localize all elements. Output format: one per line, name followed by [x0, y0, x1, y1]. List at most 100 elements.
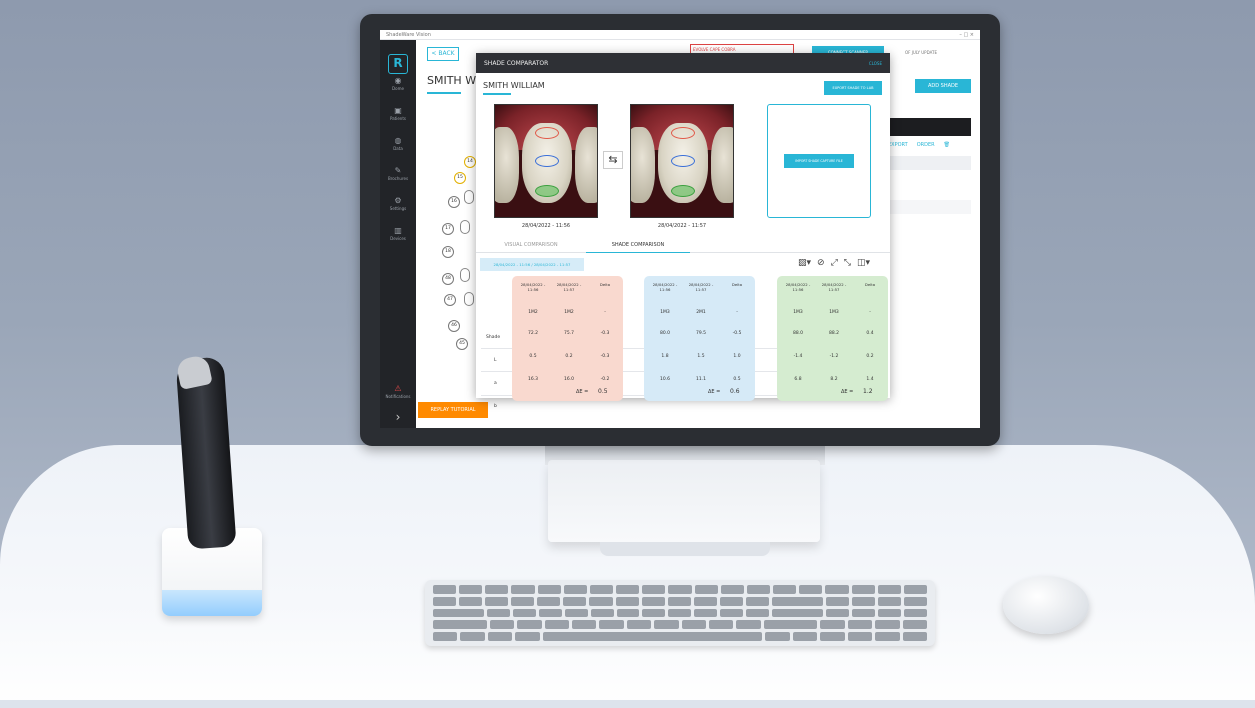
row-label-shade: Shade	[486, 335, 501, 340]
column-header: 28/04/2022 - 11:57	[556, 282, 582, 292]
monitor-stand-base	[548, 460, 820, 542]
shade-value-cell: 16.0	[563, 377, 575, 382]
shade-value-cell: 1M2	[564, 310, 574, 315]
nav-item-brochures[interactable]: ✎ Brochures	[380, 166, 416, 181]
shade-value-cell: 88.0	[792, 331, 804, 336]
heading-underline	[427, 92, 461, 94]
export-shade-button[interactable]: EXPORT SHADE TO LAB	[824, 81, 882, 95]
add-shade-button[interactable]: ADD SHADE	[915, 79, 971, 93]
shade-value-cell: 1.8	[661, 354, 669, 359]
shade-value-cell: 0.5	[733, 377, 741, 382]
shade-comparator-modal: SHADE COMPARATOR CLOSE SMITH WILLIAM EXP…	[476, 53, 890, 409]
nav-item-settings[interactable]: ⚙ Settings	[380, 196, 416, 211]
alert-icon: ⚠	[394, 384, 402, 393]
tooth-number[interactable]: 45	[456, 338, 468, 350]
middle-zone-marker[interactable]	[535, 155, 559, 167]
shade-card-cervical: 28/04/2022 - 11:56 28/04/2022 - 11:57 Delt…	[512, 276, 623, 401]
cervical-zone-marker[interactable]	[671, 127, 695, 139]
table-row[interactable]	[888, 200, 971, 214]
computer-mouse	[1003, 576, 1089, 634]
scanner-dock-light	[162, 590, 262, 616]
tooth-number[interactable]: 16	[448, 196, 460, 208]
replay-tutorial-button[interactable]: REPLAY TUTORIAL	[418, 402, 488, 418]
expand-icon[interactable]: ⤡	[844, 258, 851, 268]
tab-shade-comparison[interactable]: SHADE COMPARISON	[586, 239, 690, 253]
measurement-icon[interactable]: ◫▾	[857, 258, 870, 268]
column-header: Delta	[864, 282, 876, 287]
adjacent-tooth	[575, 127, 597, 203]
tooth-number[interactable]: 18	[442, 246, 454, 258]
swap-arrows-icon[interactable]: ⇆	[603, 151, 623, 169]
nav-item-dome[interactable]: ◉ Dome	[380, 76, 416, 91]
row-label-a: a	[494, 381, 497, 386]
incisal-zone-marker[interactable]	[535, 185, 559, 197]
row-label-l: L	[494, 358, 497, 363]
shade-value-cell: 88.2	[828, 331, 840, 336]
nav-item-notifications[interactable]: ⚠ Notifications	[380, 384, 416, 399]
shade-value-cell: 75.7	[563, 331, 575, 336]
tab-visual-comparison[interactable]: VISUAL COMPARISON	[486, 239, 576, 253]
modal-patient-name: SMITH WILLIAM	[483, 81, 545, 90]
shade-photo-1[interactable]	[494, 104, 598, 218]
shade-value-cell: -0.3	[600, 331, 610, 336]
comparison-date-selector[interactable]: 28/04/2022 - 11:56 / 28/04/2022 - 11:57	[480, 258, 584, 271]
shade-value-cell: 72.2	[527, 331, 539, 336]
nav-item-data[interactable]: ◍ Data	[380, 136, 416, 151]
order-link[interactable]: ORDER	[917, 142, 935, 148]
update-notice[interactable]: OF JULY UPDATE	[905, 50, 937, 55]
tooth-number[interactable]: 15	[454, 172, 466, 184]
tooth-number[interactable]: 17	[442, 223, 454, 235]
trash-icon[interactable]: 🗑	[944, 142, 950, 148]
patients-icon: ▣	[394, 106, 402, 115]
image-settings-icon[interactable]: ▨▾	[798, 258, 811, 268]
gear-icon: ⚙	[394, 196, 402, 205]
table-row[interactable]	[888, 156, 971, 170]
pick-color-icon[interactable]: ⤢	[831, 258, 838, 268]
eyedropper-off-icon[interactable]: ⊘	[817, 258, 825, 268]
shade-value-cell: -0.2	[600, 377, 610, 382]
shade-value-cell: 1M3	[793, 310, 803, 315]
window-controls[interactable]: – □ ×	[959, 32, 974, 38]
adjacent-tooth	[631, 127, 655, 203]
shade-value-cell: 1.5	[697, 354, 705, 359]
adjacent-tooth	[711, 127, 733, 203]
export-link[interactable]: EXPORT	[888, 142, 908, 148]
app-logo: R	[388, 54, 408, 74]
tooth-diagram[interactable]	[460, 268, 470, 282]
middle-zone-marker[interactable]	[671, 155, 695, 167]
tooth-diagram[interactable]	[464, 190, 474, 204]
screen: ShadeWare Vision – □ × R ◉ Dome ▣ Patients…	[380, 30, 980, 428]
photo-1-date: 28/04/2022 - 11:56	[521, 223, 571, 229]
desk-edge	[0, 700, 1255, 708]
tooth-diagram[interactable]	[460, 220, 470, 234]
nav-item-patients[interactable]: ▣ Patients	[380, 106, 416, 121]
tooth-number[interactable]: 14	[464, 156, 476, 168]
shade-value-cell: 11.1	[695, 377, 707, 382]
left-sidebar: R ◉ Dome ▣ Patients ◍ Data ✎ Brochures ⚙ Sett…	[380, 40, 416, 428]
close-button[interactable]: CLOSE	[869, 61, 882, 66]
tooth-number[interactable]: 46	[448, 320, 460, 332]
shade-card-middle: 28/04/2022 - 11:56 28/04/2022 - 11:57 Delt…	[644, 276, 755, 401]
delta-e-value: 0.6	[730, 388, 740, 395]
tooth-diagram[interactable]	[464, 292, 474, 306]
shade-value-cell: 10.6	[659, 377, 671, 382]
shade-photo-2[interactable]	[630, 104, 734, 218]
tooth-number[interactable]: 47	[444, 294, 456, 306]
column-header: 28/04/2022 - 11:56	[785, 282, 811, 292]
nav-item-devices[interactable]: ▥ Devices	[380, 226, 416, 241]
import-shade-button[interactable]: IMPORT SHADE CAPTURE FILE	[784, 154, 854, 168]
column-header: 28/04/2022 - 11:57	[821, 282, 847, 292]
back-button[interactable]: < BACK	[427, 47, 459, 61]
modal-title: SHADE COMPARATOR	[484, 59, 549, 67]
cervical-zone-marker[interactable]	[535, 127, 559, 139]
chevron-right-icon[interactable]: ›	[380, 410, 416, 424]
modal-patient-underline	[483, 93, 511, 95]
incisal-zone-marker[interactable]	[671, 185, 695, 197]
column-header: 28/04/2022 - 11:57	[688, 282, 714, 292]
column-header: 28/04/2022 - 11:56	[652, 282, 678, 292]
shade-value-cell: 1M2	[528, 310, 538, 315]
monitor-stand-plate	[600, 542, 770, 556]
shade-value-cell: 1.0	[733, 354, 741, 359]
tooth-number[interactable]: 48	[442, 273, 454, 285]
toolbar: ▨▾ ⊘ ⤢ ⤡ ◫▾	[798, 258, 870, 268]
